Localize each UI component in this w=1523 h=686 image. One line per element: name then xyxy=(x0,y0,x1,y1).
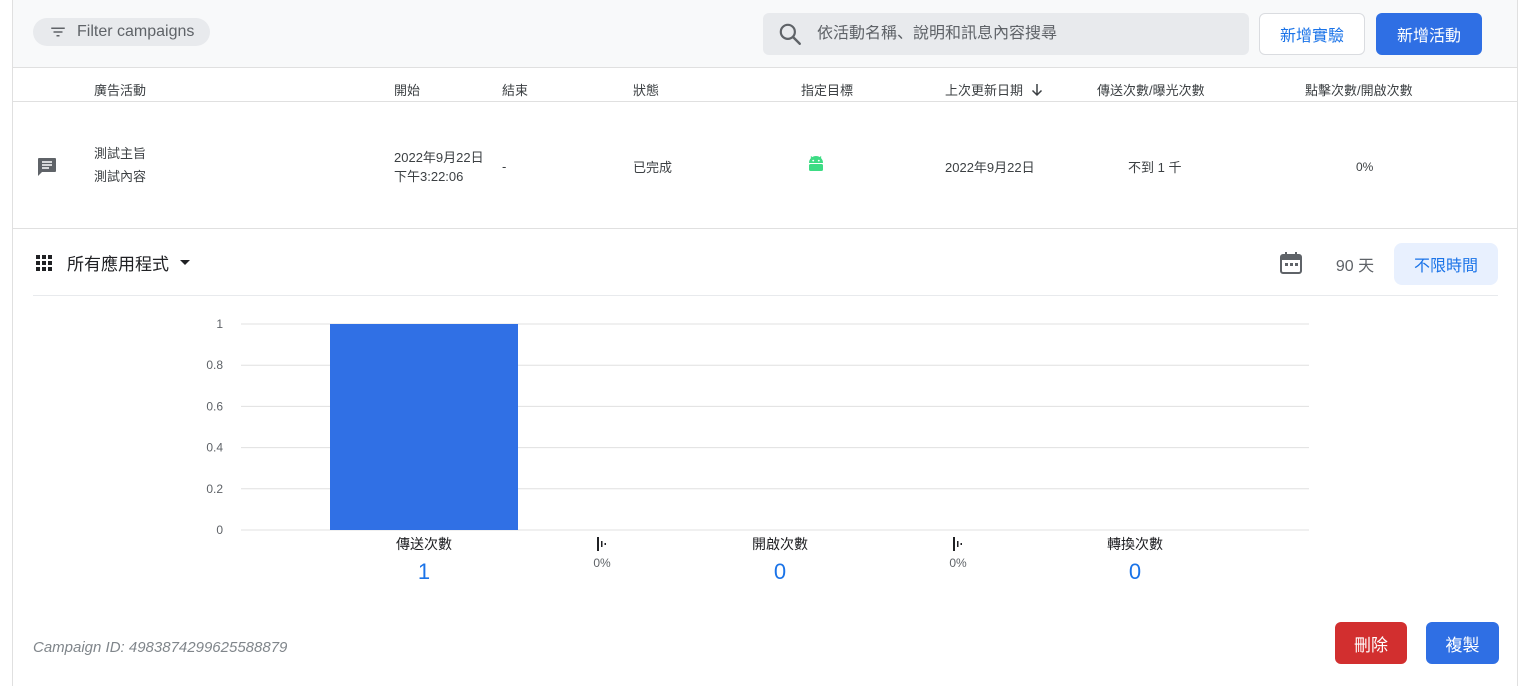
header-last-updated[interactable]: 上次更新日期 xyxy=(945,80,1043,99)
header-end[interactable]: 結束 xyxy=(502,80,528,99)
category-value: 0 xyxy=(1129,559,1141,584)
conversion-rate-label: 0% xyxy=(949,556,967,570)
header-status[interactable]: 狀態 xyxy=(633,80,659,99)
app-selector-dropdown[interactable]: 所有應用程式 xyxy=(35,250,191,275)
end-date: - xyxy=(502,159,507,174)
app-selector-label: 所有應用程式 xyxy=(67,255,169,274)
y-tick-label: 0.8 xyxy=(206,358,223,372)
copy-button[interactable]: 複製 xyxy=(1426,622,1499,664)
campaign-content: 測試內容 xyxy=(94,169,147,184)
y-tick-label: 0.6 xyxy=(206,399,223,413)
bar xyxy=(330,324,518,530)
conversion-rate-label: 0% xyxy=(593,556,611,570)
category-label: 開啟次數 xyxy=(752,536,808,552)
category-label: 轉換次數 xyxy=(1107,536,1163,552)
y-tick-label: 1 xyxy=(216,317,223,331)
divider xyxy=(33,295,1498,296)
range-90-days-button[interactable]: 90 天 xyxy=(1327,243,1383,285)
rate-marker-icon xyxy=(601,541,603,547)
toolbar: Filter campaigns 新增實驗 新增活動 xyxy=(13,0,1517,68)
rate-marker-icon xyxy=(953,537,955,551)
campaign-panel: Filter campaigns 新增實驗 新增活動 廣告活動 開始 結束 狀態… xyxy=(12,0,1518,686)
calendar-icon[interactable] xyxy=(1278,250,1304,276)
category-value: 0 xyxy=(774,559,786,584)
search-box[interactable] xyxy=(763,13,1249,55)
new-experiment-button[interactable]: 新增實驗 xyxy=(1259,13,1365,55)
campaign-title[interactable]: 測試主旨 xyxy=(94,142,146,165)
header-target[interactable]: 指定目標 xyxy=(801,80,853,99)
campaign-id: Campaign ID: 4983874299625588879 xyxy=(33,639,288,656)
status-text: 已完成 xyxy=(633,160,673,175)
table-header: 廣告活動 開始 結束 狀態 指定目標 上次更新日期 傳送次數/曝光次數 點擊次數… xyxy=(13,69,1517,102)
search-input[interactable] xyxy=(817,25,1217,43)
message-icon xyxy=(38,158,56,176)
rate-marker-icon xyxy=(604,543,606,545)
sends-count: 不到 1 千 xyxy=(1128,160,1182,175)
bar-chart: 0 0.2 0.4 0.6 0.8 1 傳送次數 1 開啟次數 0 轉換次數 0 0% 0% xyxy=(206,317,1309,584)
rate-marker-icon xyxy=(597,537,599,551)
new-campaign-button[interactable]: 新增活動 xyxy=(1376,13,1482,55)
search-icon xyxy=(779,23,801,45)
y-tick-label: 0.2 xyxy=(206,482,223,496)
y-tick-label: 0.4 xyxy=(206,441,223,455)
filter-icon xyxy=(51,27,65,37)
open-rate: 0% xyxy=(1356,160,1374,174)
header-campaign[interactable]: 廣告活動 xyxy=(94,80,146,99)
header-last-updated-label: 上次更新日期 xyxy=(945,83,1024,98)
caret-down-icon xyxy=(180,259,190,265)
android-icon xyxy=(809,156,823,171)
start-time: 下午3:22:06 xyxy=(394,169,464,184)
apps-grid-icon xyxy=(36,254,52,271)
rate-marker-icon xyxy=(960,543,962,545)
category-label: 傳送次數 xyxy=(396,536,452,552)
filter-campaigns-label: Filter campaigns xyxy=(77,23,195,40)
header-start[interactable]: 開始 xyxy=(394,80,420,99)
category-value: 1 xyxy=(418,559,430,584)
rate-marker-icon xyxy=(957,541,959,547)
header-clicks-opens[interactable]: 點擊次數/開啟次數 xyxy=(1305,80,1413,99)
table-row[interactable]: 測試主旨 測試內容 2022年9月22日 下午3:22:06 - 已完成 202… xyxy=(13,103,1517,229)
range-all-time-button[interactable]: 不限時間 xyxy=(1394,243,1498,285)
header-sends-impressions[interactable]: 傳送次數/曝光次數 xyxy=(1097,80,1205,99)
last-updated-date: 2022年9月22日 xyxy=(945,160,1035,175)
arrow-down-icon xyxy=(1031,84,1043,97)
y-tick-label: 0 xyxy=(216,523,223,537)
filter-campaigns-button[interactable]: Filter campaigns xyxy=(33,18,211,46)
delete-button[interactable]: 刪除 xyxy=(1335,622,1407,664)
